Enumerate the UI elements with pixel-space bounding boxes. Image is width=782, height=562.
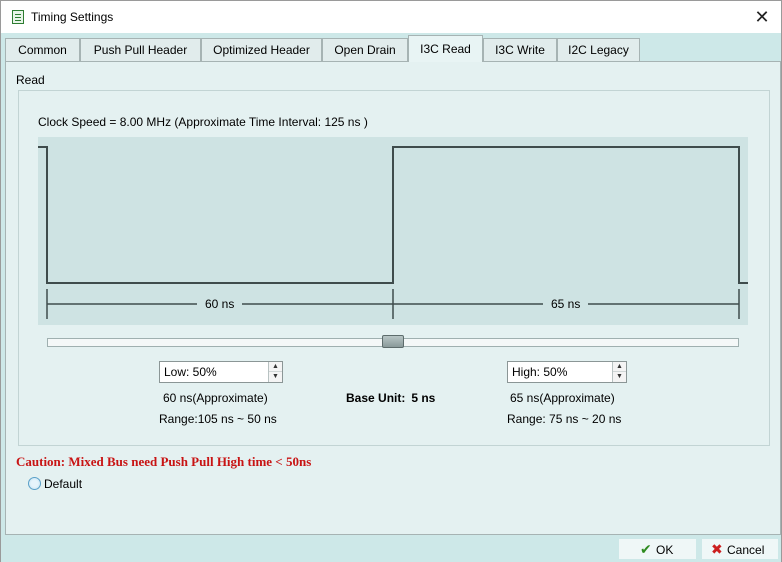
- check-icon: ✔: [640, 541, 652, 557]
- tab-open-drain[interactable]: Open Drain: [322, 38, 408, 61]
- title-bar: Timing Settings ✕: [1, 1, 781, 33]
- cancel-button-label: Cancel: [727, 543, 765, 557]
- low-spin-buttons: ▲ ▼: [268, 362, 282, 382]
- tab-optimized-header[interactable]: Optimized Header: [201, 38, 322, 61]
- caution-message: Caution: Mixed Bus need Push Pull High t…: [16, 454, 312, 469]
- base-unit-label: Base Unit:: [346, 391, 406, 405]
- tab-i3c-read[interactable]: I3C Read: [408, 35, 483, 62]
- default-radio-button[interactable]: [28, 477, 41, 490]
- close-icon[interactable]: ✕: [749, 5, 775, 29]
- timing-diagram: 60 ns 65 ns: [38, 137, 748, 325]
- high-increment-arrow-icon[interactable]: ▲: [613, 362, 626, 372]
- high-range-text: Range: 75 ns ~ 20 ns: [507, 412, 622, 426]
- high-percent-input[interactable]: [508, 362, 612, 382]
- low-percent-input[interactable]: [160, 362, 268, 382]
- tab-common[interactable]: Common: [5, 38, 80, 61]
- low-approx-text: 60 ns(Approximate): [163, 391, 268, 405]
- dialog-footer: ✔ OK ✖ Cancel: [1, 536, 781, 562]
- high-spin-buttons: ▲ ▼: [612, 362, 626, 382]
- base-unit: Base Unit: 5 ns: [346, 391, 435, 405]
- default-option-label: Default: [44, 477, 83, 491]
- app-document-icon: [12, 10, 24, 24]
- low-duration-label: 60 ns: [197, 297, 243, 311]
- ok-button[interactable]: ✔ OK: [618, 538, 697, 560]
- clock-speed-text: Clock Speed = 8.00 MHz (Approximate Time…: [38, 115, 368, 129]
- high-approx-text: 65 ns(Approximate): [510, 391, 615, 405]
- base-unit-value: 5 ns: [411, 391, 436, 405]
- high-percent-spinbox[interactable]: ▲ ▼: [507, 361, 627, 383]
- high-duration-label: 65 ns: [543, 297, 589, 311]
- duty-cycle-slider-thumb[interactable]: [382, 335, 404, 348]
- low-decrement-arrow-icon[interactable]: ▼: [269, 372, 282, 382]
- low-percent-spinbox[interactable]: ▲ ▼: [159, 361, 283, 383]
- clock-waveform: [38, 146, 748, 284]
- read-timing-group: Clock Speed = 8.00 MHz (Approximate Time…: [18, 90, 770, 446]
- waveform-svg: [38, 146, 748, 319]
- tab-i3c-write[interactable]: I3C Write: [483, 38, 557, 61]
- i3c-read-panel: Read Clock Speed = 8.00 MHz (Approximate…: [5, 61, 781, 535]
- tab-strip: Common Push Pull Header Optimized Header…: [1, 33, 781, 62]
- section-label-read: Read: [16, 73, 45, 87]
- high-decrement-arrow-icon[interactable]: ▼: [613, 372, 626, 382]
- tab-push-pull-header[interactable]: Push Pull Header: [80, 38, 201, 61]
- timing-settings-window: Timing Settings ✕ Common Push Pull Heade…: [0, 0, 782, 562]
- x-icon: ✖: [711, 541, 723, 557]
- window-title: Timing Settings: [31, 10, 114, 24]
- low-increment-arrow-icon[interactable]: ▲: [269, 362, 282, 372]
- cancel-button[interactable]: ✖ Cancel: [701, 538, 779, 560]
- ok-button-label: OK: [656, 543, 674, 557]
- low-range-text: Range:105 ns ~ 50 ns: [159, 412, 277, 426]
- tab-i2c-legacy[interactable]: I2C Legacy: [557, 38, 640, 61]
